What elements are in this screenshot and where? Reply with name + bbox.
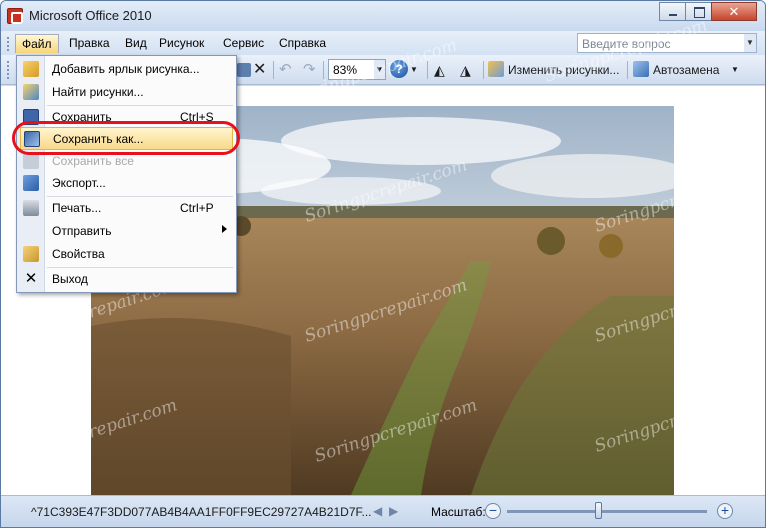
- app-window: Microsoft Office 2010 ✕ Файл Правка Вид …: [0, 0, 766, 528]
- menu-item-export[interactable]: Экспорт...: [17, 172, 236, 195]
- toolbar-separator: [323, 61, 324, 79]
- menu-picture-label: Рисунок: [159, 36, 205, 50]
- edit-pictures-icon: [488, 61, 504, 77]
- toolbar-separator: [483, 61, 484, 79]
- printer-icon: [23, 200, 39, 216]
- close-icon: ✕: [24, 270, 38, 287]
- menu-item-label: Выход: [52, 272, 88, 286]
- picture-icon[interactable]: [237, 63, 251, 77]
- maximize-button[interactable]: [685, 2, 712, 21]
- locate-pictures-icon: [23, 84, 39, 100]
- zoom-in-icon[interactable]: +: [717, 503, 733, 519]
- menu-item-label: Отправить: [52, 224, 112, 238]
- zoom-out-icon[interactable]: −: [485, 503, 501, 519]
- zoom-dropdown-arrow-icon[interactable]: ▼: [374, 60, 385, 79]
- edit-pictures-label: Изменить рисунки...: [508, 63, 620, 77]
- menu-item-send-to[interactable]: Отправить: [17, 220, 236, 243]
- toolbar-grip[interactable]: [7, 61, 10, 79]
- toolbar-options-icon[interactable]: ▼: [731, 59, 739, 81]
- zoom-combo[interactable]: 83% ▼: [328, 59, 386, 80]
- zoom-label: Масштаб:: [431, 505, 486, 519]
- autocorrect-label: Автозамена: [653, 63, 720, 77]
- menu-file[interactable]: Файл: [15, 34, 59, 53]
- zoom-slider-track[interactable]: [507, 510, 707, 513]
- menu-item-properties[interactable]: Свойства: [17, 243, 236, 266]
- menu-item-label: Печать...: [52, 201, 102, 215]
- menu-view-label: Вид: [125, 36, 147, 50]
- menu-file-label: Файл: [22, 37, 52, 51]
- menu-view[interactable]: Вид: [119, 34, 153, 53]
- help-search-placeholder: Введите вопрос: [582, 37, 671, 51]
- autocorrect-icon: [633, 61, 649, 77]
- toolbar-separator: [627, 61, 628, 79]
- minimize-button[interactable]: [659, 2, 686, 21]
- close-button[interactable]: ✕: [711, 2, 757, 21]
- menu-item-label: Добавить ярлык рисунка...: [52, 62, 200, 76]
- delete-icon[interactable]: ✕: [253, 59, 266, 81]
- highlight-annotation-oval: [12, 121, 240, 155]
- export-icon: [23, 175, 39, 191]
- menu-item-add-shortcut[interactable]: Добавить ярлык рисунка...: [17, 58, 236, 81]
- menu-edit-label: Правка: [69, 36, 110, 50]
- menu-picture[interactable]: Рисунок: [153, 34, 210, 53]
- save-all-icon: [23, 153, 39, 169]
- status-bar: ^71C393E47F3DD077AB4B4AA1FF0FF9EC29727A4…: [1, 495, 765, 527]
- file-name-text: ^71C393E47F3DD077AB4B4AA1FF0FF9EC29727A4…: [31, 505, 372, 519]
- zoom-slider-thumb[interactable]: [595, 502, 602, 519]
- help-dropdown-arrow-icon[interactable]: ▼: [744, 34, 756, 52]
- menu-item-shortcut: Ctrl+P: [180, 201, 214, 215]
- window-controls: ✕: [659, 2, 757, 21]
- autocorrect-button[interactable]: Автозамена: [633, 59, 719, 81]
- menubar-grip[interactable]: [7, 37, 10, 51]
- window-title: Microsoft Office 2010: [29, 8, 152, 23]
- menu-item-exit[interactable]: ✕ Выход: [17, 268, 236, 291]
- app-icon: [7, 8, 23, 24]
- submenu-arrow-icon: [222, 225, 227, 233]
- rotate-left-icon[interactable]: ◭: [434, 59, 445, 81]
- menu-item-label: Сохранить все: [52, 154, 134, 168]
- menu-help[interactable]: Справка: [273, 34, 332, 53]
- toolbar-separator: [427, 61, 428, 79]
- menu-tools[interactable]: Сервис: [217, 34, 270, 53]
- chevron-down-icon[interactable]: ▼: [410, 59, 418, 81]
- next-picture-icon[interactable]: ▶: [389, 504, 398, 518]
- menu-tools-label: Сервис: [223, 36, 265, 50]
- toolbar-separator: [273, 61, 274, 79]
- menu-item-label: Экспорт...: [52, 176, 106, 190]
- menu-item-label: Свойства: [52, 247, 105, 261]
- add-shortcut-icon: [23, 61, 39, 77]
- redo-icon[interactable]: ↷: [303, 59, 316, 81]
- undo-icon[interactable]: ↶: [279, 59, 292, 81]
- menu-item-locate-pictures[interactable]: Найти рисунки...: [17, 81, 236, 104]
- rotate-right-icon[interactable]: ◮: [460, 59, 471, 81]
- menu-edit[interactable]: Правка: [63, 34, 116, 53]
- menu-item-label: Найти рисунки...: [52, 85, 144, 99]
- zoom-combo-value: 83%: [333, 63, 358, 77]
- title-bar: Microsoft Office 2010 ✕: [1, 1, 765, 31]
- menu-help-label: Справка: [279, 36, 327, 50]
- file-menu-dropdown: Добавить ярлык рисунка... Найти рисунки.…: [16, 55, 237, 293]
- previous-picture-icon[interactable]: ◀: [373, 504, 382, 518]
- properties-icon: [23, 246, 39, 262]
- help-icon[interactable]: ?: [390, 60, 408, 78]
- edit-pictures-button[interactable]: Изменить рисунки...: [488, 59, 619, 81]
- menu-item-print[interactable]: Печать... Ctrl+P: [17, 197, 236, 220]
- help-search-box[interactable]: Введите вопрос ▼: [577, 33, 757, 53]
